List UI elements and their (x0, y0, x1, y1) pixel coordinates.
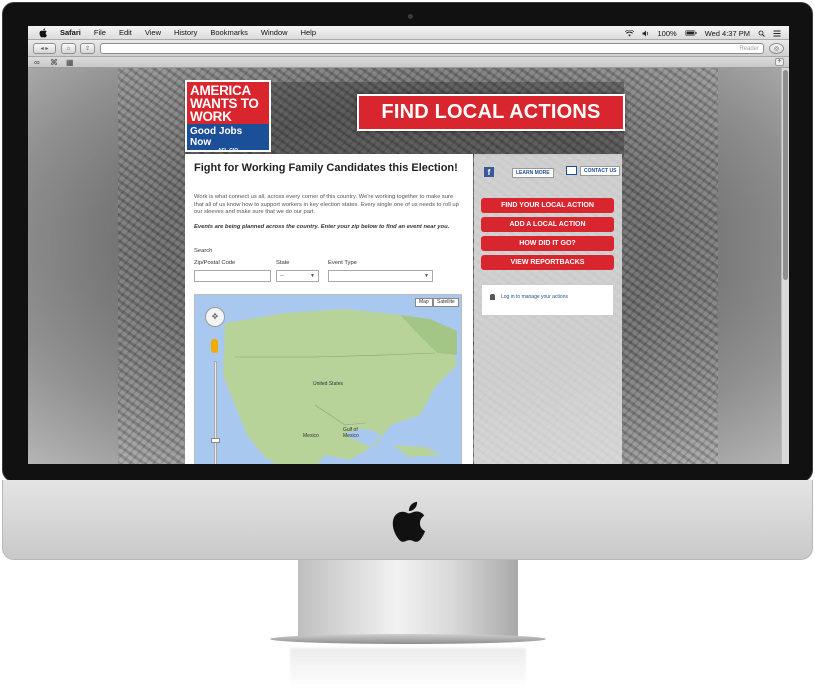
share-icon[interactable]: ⇪ (80, 43, 95, 54)
main-content: Fight for Working Family Candidates this… (185, 154, 473, 464)
logo-line2-box: Good Jobs Now AFL-CIO (187, 124, 269, 154)
state-select[interactable]: -- ▼ (276, 270, 319, 282)
reader-button[interactable]: Reader (739, 44, 759, 54)
map-label-gulf: Gulf of Mexico (343, 427, 359, 439)
bookmarks-bar: ∞ ⌘ ▦ + (28, 57, 789, 68)
events-map[interactable]: Map Satellite ✥ United States Mexico Gul… (194, 294, 462, 464)
web-viewport: AMERICA WANTS TO WORK Good Jobs Now AFL-… (28, 68, 789, 464)
street-view-pegman-icon[interactable] (211, 339, 218, 353)
imac-stand-neck (298, 560, 518, 640)
spotlight-search-icon[interactable] (758, 30, 765, 37)
login-link[interactable]: Log in to manage your actions (501, 294, 568, 300)
battery-percent: 100% (657, 28, 677, 38)
mac-menubar: Safari File Edit View History Bookmarks … (28, 26, 789, 40)
envelope-icon[interactable] (566, 166, 577, 175)
chevron-down-icon: ▼ (310, 273, 315, 279)
safari-toolbar: ◂ ▸ ⌂ ⇪ Reader ◎ (28, 40, 789, 57)
map-pan-control-icon[interactable]: ✥ (205, 307, 225, 327)
menu-app-name[interactable]: Safari (60, 28, 81, 37)
map-label-us: United States (313, 381, 344, 387)
wifi-icon[interactable] (624, 29, 634, 37)
menu-bookmarks[interactable]: Bookmarks (210, 28, 248, 37)
home-icon[interactable]: ⌂ (61, 43, 76, 54)
logo-line2: Good Jobs Now (190, 126, 243, 148)
apple-menu-icon[interactable] (38, 27, 48, 38)
search-title: Search (194, 248, 213, 254)
imac-stand-foot (270, 634, 546, 644)
battery-icon[interactable] (684, 30, 697, 36)
map-land-shapes (223, 309, 457, 464)
downloads-icon[interactable]: ◎ (769, 43, 784, 54)
clock[interactable]: Wed 4:37 PM (705, 29, 750, 38)
scrollbar-thumb[interactable] (783, 70, 788, 280)
menu-window[interactable]: Window (261, 28, 288, 37)
volume-icon[interactable] (642, 30, 650, 37)
america-wants-to-work-logo[interactable]: AMERICA WANTS TO WORK Good Jobs Now AFL-… (185, 80, 271, 154)
stand-reflection (290, 648, 526, 688)
map-label-mexico: Mexico (303, 433, 319, 439)
apple-logo-icon (392, 501, 426, 542)
find-local-actions-banner: FIND LOCAL ACTIONS (357, 94, 625, 131)
user-icon (490, 294, 495, 300)
camera-dot (408, 14, 413, 19)
menu-history[interactable]: History (174, 28, 197, 37)
state-select-value: -- (280, 273, 284, 279)
zip-input[interactable] (194, 270, 271, 282)
facebook-icon[interactable]: f (484, 167, 494, 177)
logo-line1: AMERICA WANTS TO WORK (190, 83, 259, 124)
page-heading: Fight for Working Family Candidates this… (194, 162, 458, 174)
intro-paragraph: Work is what connect us all, across ever… (194, 194, 459, 215)
state-label: State (276, 260, 290, 266)
back-forward-buttons[interactable]: ◂ ▸ (33, 43, 56, 54)
address-bar[interactable]: Reader (100, 43, 764, 54)
page-scrollbar[interactable] (781, 68, 789, 464)
zip-label: Zip/Postal Code (194, 260, 236, 266)
menu-view[interactable]: View (145, 28, 161, 37)
contact-us-link[interactable]: CONTACT US (580, 166, 621, 176)
view-reportbacks-button[interactable]: VIEW REPORTBACKS (481, 255, 614, 270)
menu-edit[interactable]: Edit (119, 28, 132, 37)
top-sites-grid-icon[interactable]: ▦ (66, 58, 74, 67)
map-zoom-knob[interactable] (211, 438, 220, 443)
notification-list-icon[interactable] (773, 30, 781, 37)
screen: Safari File Edit View History Bookmarks … (28, 26, 789, 464)
learn-more-link[interactable]: LEARN MORE (512, 168, 554, 178)
new-tab-plus-icon[interactable]: + (775, 58, 784, 66)
events-note: Events are being planned across the coun… (194, 224, 450, 230)
map-view-button[interactable]: Map (415, 298, 433, 307)
add-a-local-action-button[interactable]: ADD A LOCAL ACTION (481, 217, 614, 232)
map-zoom-slider[interactable] (214, 361, 217, 464)
how-did-it-go-button[interactable]: HOW DID IT GO? (481, 236, 614, 251)
chevron-down-icon: ▼ (424, 273, 429, 279)
menubar-status: 100% Wed 4:37 PM (617, 26, 782, 40)
bookmarks-book-icon[interactable]: ⌘ (50, 58, 58, 67)
menu-file[interactable]: File (94, 28, 106, 37)
event-type-label: Event Type (328, 260, 357, 266)
find-your-local-action-button[interactable]: FIND YOUR LOCAL ACTION (481, 198, 614, 213)
login-box: Log in to manage your actions (481, 284, 614, 316)
menu-help[interactable]: Help (301, 28, 316, 37)
sidebar: f LEARN MORE CONTACT US FIND YOUR LOCAL … (474, 154, 622, 464)
imac-stage: Safari File Edit View History Bookmarks … (0, 0, 815, 700)
reading-list-icon[interactable]: ∞ (34, 58, 40, 67)
event-type-select[interactable]: ▼ (328, 270, 433, 282)
satellite-view-button[interactable]: Satellite (433, 298, 459, 307)
